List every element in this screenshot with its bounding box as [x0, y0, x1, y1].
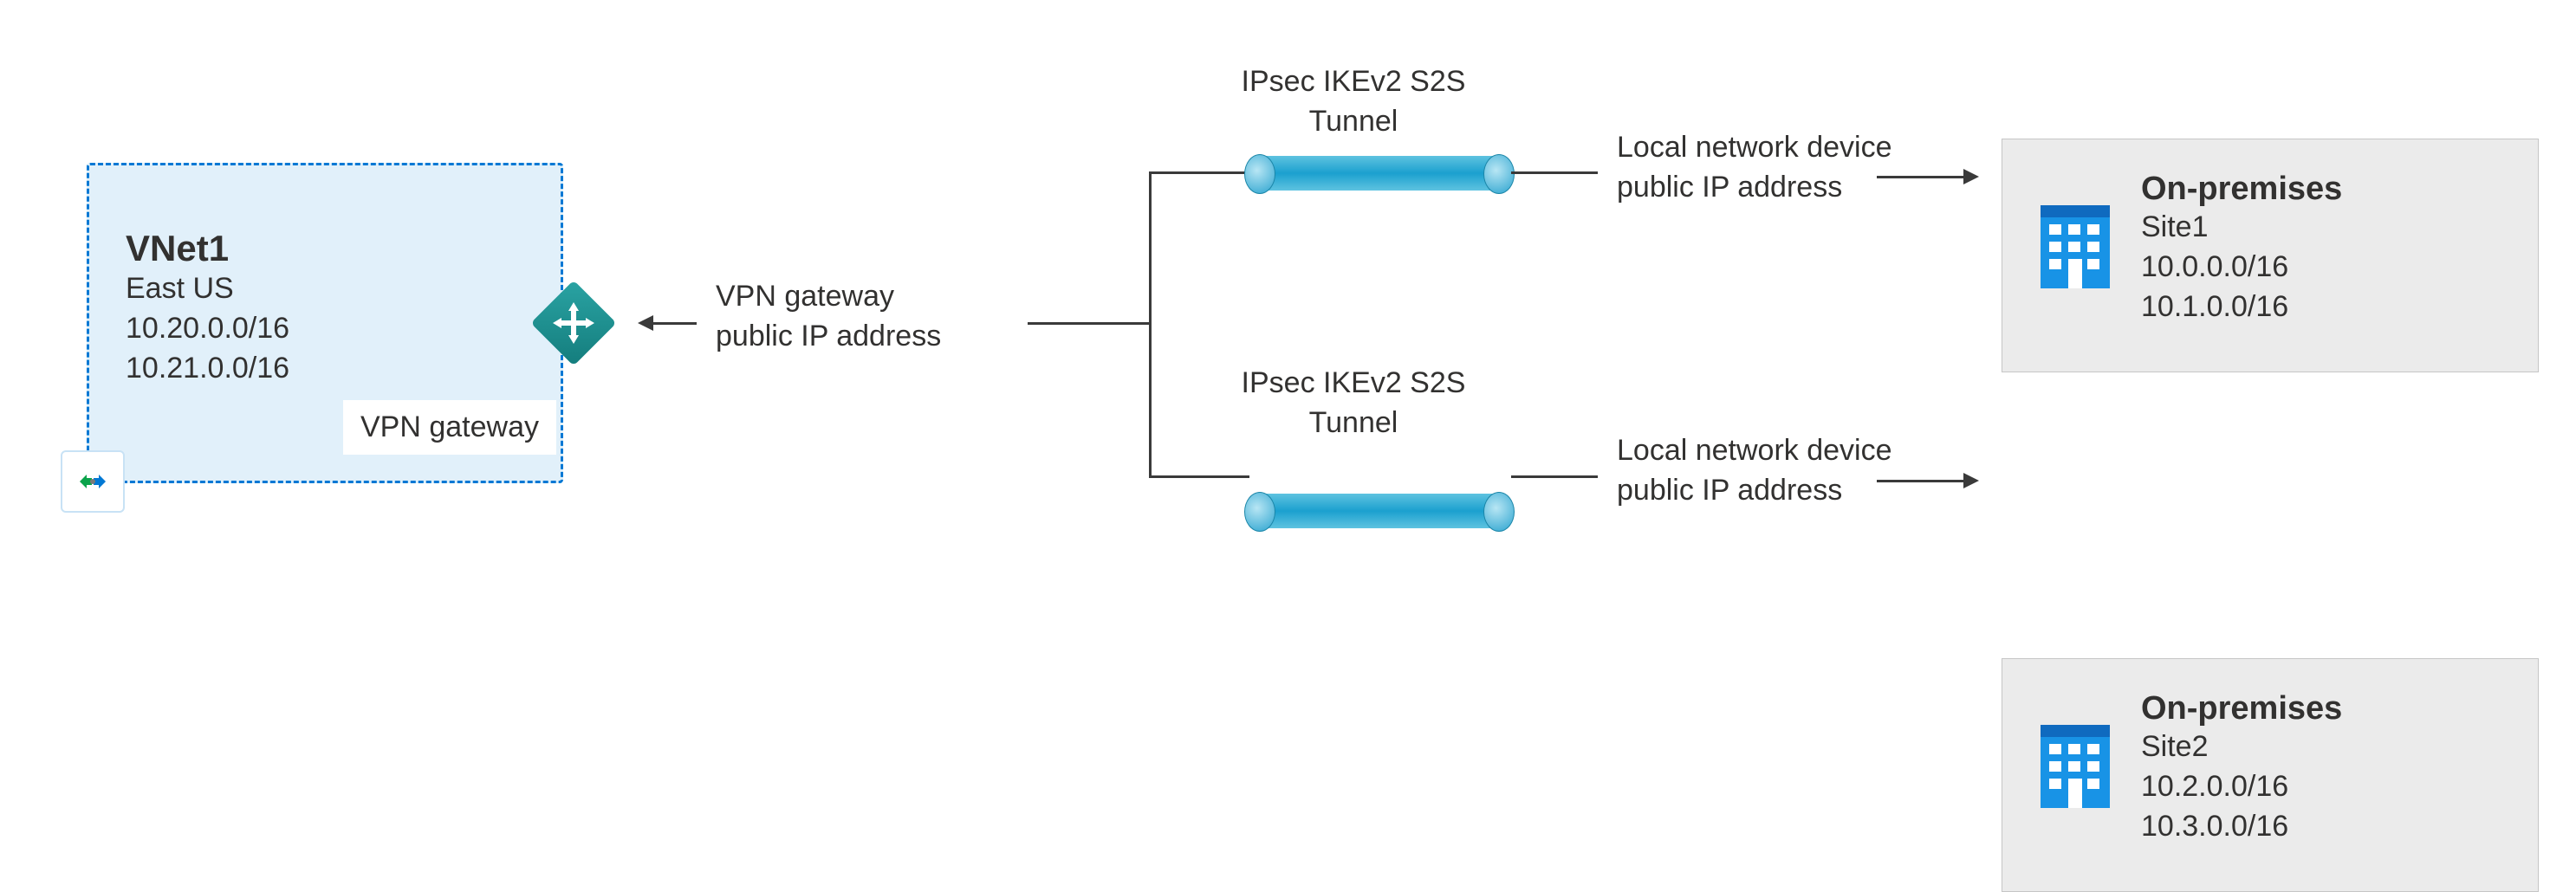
- vpn-gateway-label-line1: VPN gateway: [716, 277, 941, 317]
- onprem-top-cidr2: 10.1.0.0/16: [2141, 288, 2507, 327]
- vnet-gateway-badge: VPN gateway: [343, 400, 556, 455]
- vpn-gateway-diamond-icon: [530, 280, 617, 366]
- local-device-top-line2: public IP address: [1617, 168, 1892, 208]
- connector-line: [1028, 322, 1149, 325]
- arrow-head-right: [1963, 473, 1979, 488]
- onprem-bottom-site: Site2: [2141, 727, 2507, 767]
- vnet-cidr2: 10.21.0.0/16: [126, 349, 524, 389]
- connector-line: [1877, 176, 1963, 178]
- connector-line: [1511, 171, 1598, 174]
- connector-line: [1877, 480, 1963, 482]
- onprem-bottom-cidr1: 10.2.0.0/16: [2141, 767, 2507, 807]
- vnet-title: VNet1: [126, 228, 524, 269]
- vpn-gateway-label-line2: public IP address: [716, 317, 941, 357]
- connector-line: [1149, 475, 1249, 478]
- onprem-bottom-title: On-premises: [2141, 690, 2507, 727]
- vnet-cidr1: 10.20.0.0/16: [126, 309, 524, 349]
- vnet-icon: [61, 450, 125, 513]
- tunnel-bottom-label: IPsec IKEv2 S2S Tunnel: [1223, 364, 1483, 443]
- connector-line: [653, 322, 697, 325]
- diagram-canvas: VNet1 East US 10.20.0.0/16 10.21.0.0/16 …: [0, 0, 2576, 652]
- tunnel-bottom-icon: [1258, 494, 1501, 528]
- local-device-bottom-line2: public IP address: [1617, 471, 1892, 511]
- onprem-bottom-cidr2: 10.3.0.0/16: [2141, 807, 2507, 847]
- connector-line: [1149, 171, 1249, 174]
- tunnel-top-label: IPsec IKEv2 S2S Tunnel: [1223, 62, 1483, 142]
- onprem-top-cidr1: 10.0.0.0/16: [2141, 248, 2507, 288]
- building-icon: [2034, 720, 2117, 815]
- tunnel-top-label-line2: Tunnel: [1223, 102, 1483, 142]
- vpn-gateway-label: VPN gateway public IP address: [716, 277, 941, 357]
- tunnel-bottom-label-line1: IPsec IKEv2 S2S: [1223, 364, 1483, 404]
- tunnel-top-label-line1: IPsec IKEv2 S2S: [1223, 62, 1483, 102]
- arrow-head-right: [1963, 169, 1979, 184]
- building-icon: [2034, 200, 2117, 295]
- local-device-top-line1: Local network device: [1617, 128, 1892, 168]
- connector-line: [1511, 475, 1598, 478]
- local-device-bottom-label: Local network device public IP address: [1617, 431, 1892, 511]
- tunnel-top-icon: [1258, 156, 1501, 191]
- onprem-box-top: On-premises Site1 10.0.0.0/16 10.1.0.0/1…: [2002, 139, 2539, 372]
- local-device-top-label: Local network device public IP address: [1617, 128, 1892, 208]
- onprem-top-site: Site1: [2141, 208, 2507, 248]
- tunnel-bottom-label-line2: Tunnel: [1223, 404, 1483, 443]
- arrow-head-left: [638, 315, 653, 331]
- connector-line: [1149, 171, 1152, 478]
- onprem-box-bottom: On-premises Site2 10.2.0.0/16 10.3.0.0/1…: [2002, 658, 2539, 892]
- local-device-bottom-line1: Local network device: [1617, 431, 1892, 471]
- onprem-top-title: On-premises: [2141, 171, 2507, 208]
- vnet-region: East US: [126, 269, 524, 309]
